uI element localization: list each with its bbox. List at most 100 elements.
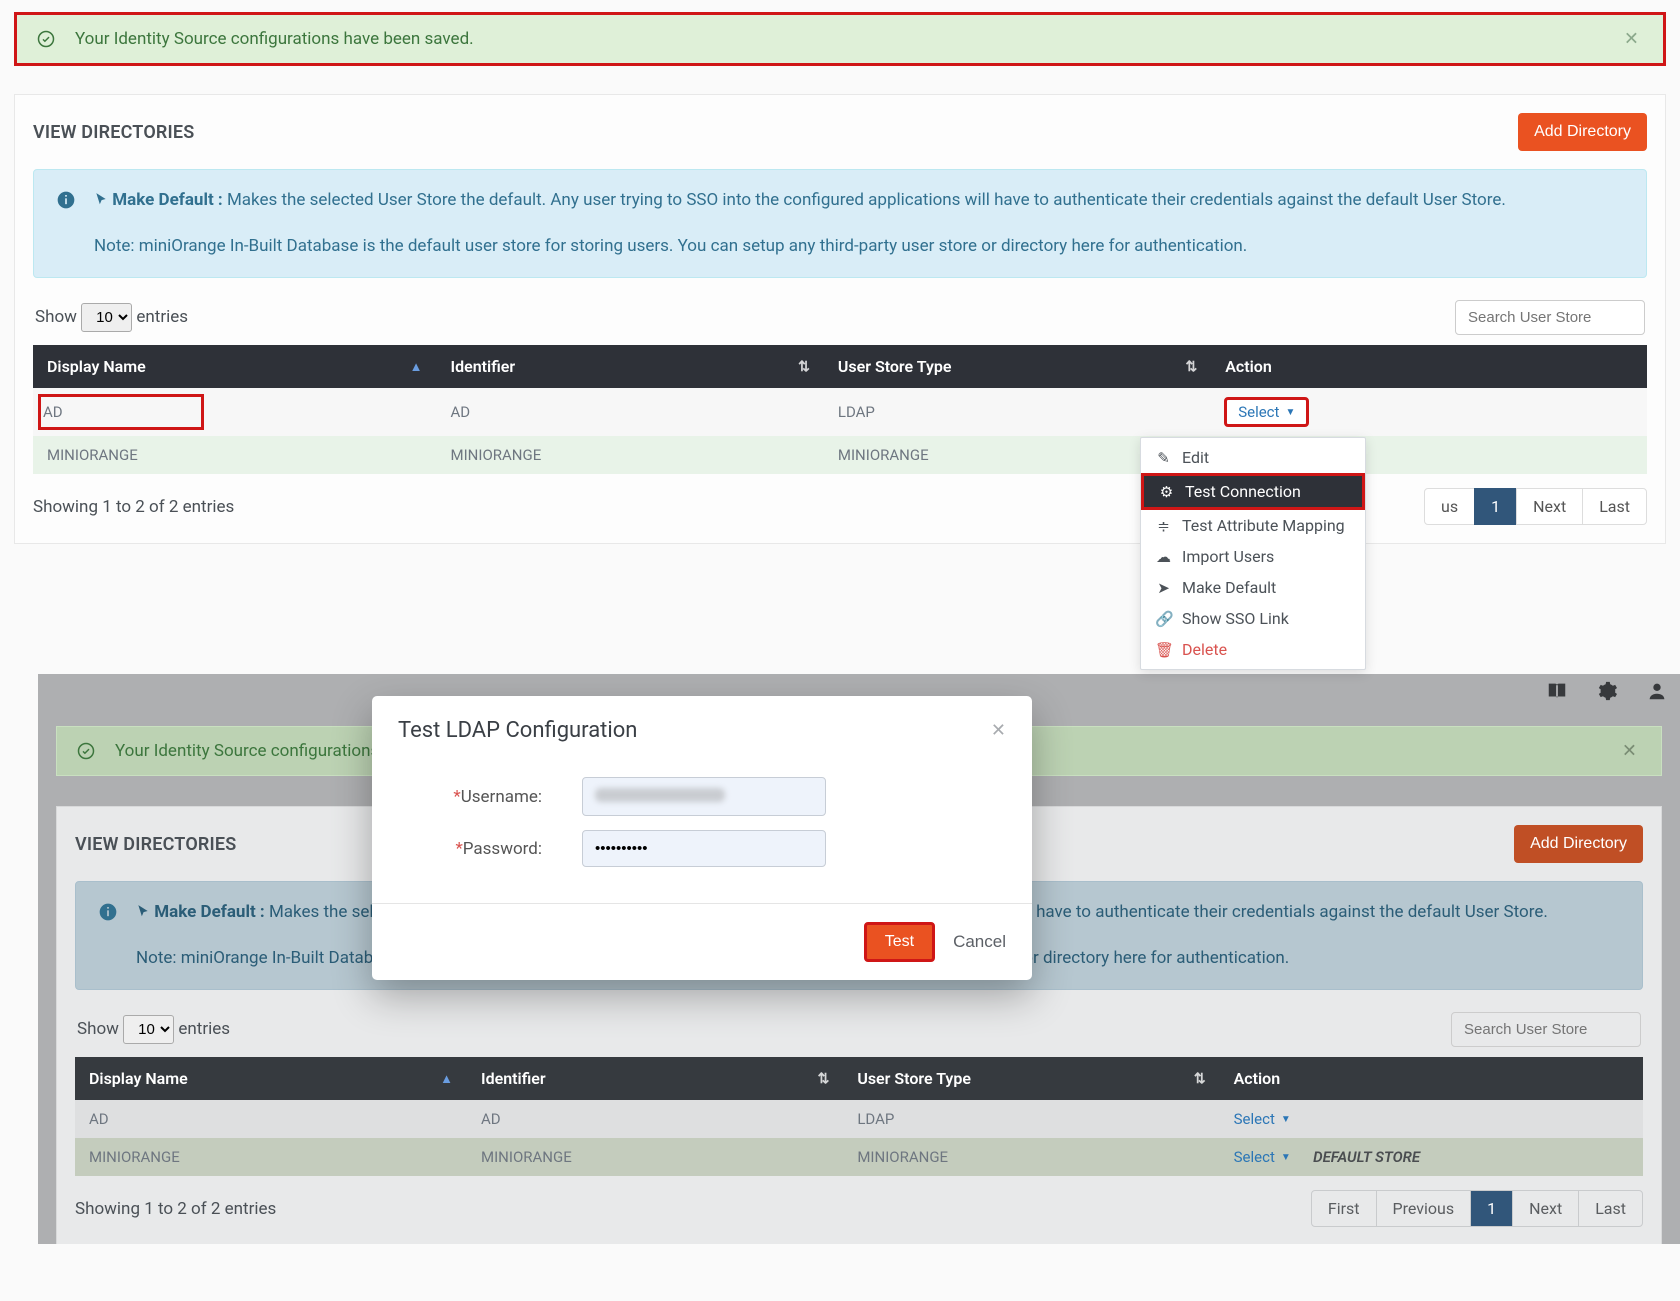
action-select-button[interactable]: Select▼ — [1234, 1148, 1291, 1166]
search-input[interactable] — [1451, 1012, 1641, 1047]
link-icon: 🔗 — [1155, 610, 1172, 628]
col-display-name[interactable]: Display Name ▲ — [75, 1057, 467, 1100]
pagination: us 1 Next Last — [1425, 488, 1647, 525]
page-first[interactable]: us — [1424, 488, 1475, 525]
cell-display-name: MINIORANGE — [33, 436, 437, 474]
password-field[interactable] — [582, 830, 826, 867]
menu-show-sso-link[interactable]: 🔗 Show SSO Link — [1141, 603, 1365, 634]
action-select-button[interactable]: Select▼ — [1234, 1110, 1291, 1128]
col-identifier[interactable]: Identifier ⇅ — [467, 1057, 843, 1100]
page-size-select[interactable]: 10 — [123, 1015, 174, 1044]
directories-table: Display Name ▲ Identifier ⇅ User Store T… — [75, 1057, 1643, 1176]
sort-icon: ⇅ — [1194, 1071, 1206, 1087]
password-label: *Password: — [412, 839, 542, 859]
sort-icon: ⇅ — [1185, 359, 1197, 375]
page-next[interactable]: Next — [1512, 1190, 1579, 1227]
book-icon[interactable] — [1546, 680, 1568, 702]
cloud-upload-icon: ☁ — [1155, 548, 1172, 566]
page-first[interactable]: First — [1311, 1190, 1377, 1227]
make-default-label: Make Default : — [154, 902, 265, 922]
page-prev[interactable]: Previous — [1376, 1190, 1472, 1227]
show-post: entries — [136, 307, 188, 327]
directories-card: VIEW DIRECTORIES Add Directory Make Defa… — [14, 94, 1666, 544]
cancel-button[interactable]: Cancel — [953, 922, 1006, 962]
alert-saved: Your Identity Source configurations have… — [14, 12, 1666, 66]
col-display-name[interactable]: Display Name ▲ — [33, 345, 437, 388]
col-action: Action — [1220, 1057, 1643, 1100]
table-row: MINIORANGE MINIORANGE MINIORANGE — [33, 436, 1647, 474]
menu-edit[interactable]: ✎ Edit — [1141, 442, 1365, 473]
page-size-select[interactable]: 10 — [81, 303, 132, 332]
make-default-text: Makes the selected User Store the defaul… — [227, 190, 1506, 210]
col-user-store-type[interactable]: User Store Type ⇅ — [843, 1057, 1219, 1100]
sort-asc-icon: ▲ — [410, 359, 423, 375]
test-ldap-modal: Test LDAP Configuration ✕ *Username: *Pa… — [372, 696, 1032, 980]
close-icon[interactable]: ✕ — [1622, 741, 1637, 762]
col-action: Action — [1211, 345, 1647, 388]
sort-icon: ⇅ — [798, 359, 810, 375]
pointer-icon: ➤ — [1155, 579, 1172, 597]
blurred-value — [595, 788, 725, 802]
alert-text: Your Identity Source configurations have… — [75, 29, 474, 49]
add-directory-button[interactable]: Add Directory — [1514, 825, 1643, 863]
menu-test-attribute[interactable]: ≑ Test Attribute Mapping — [1141, 510, 1365, 541]
edit-icon: ✎ — [1155, 449, 1172, 467]
username-field[interactable] — [582, 777, 826, 816]
cell-identifier: AD — [437, 388, 824, 436]
search-input[interactable] — [1455, 300, 1645, 335]
table-row: MINIORANGE MINIORANGE MINIORANGE Select▼… — [75, 1138, 1643, 1176]
pagination: First Previous 1 Next Last — [1312, 1190, 1643, 1227]
close-icon[interactable]: ✕ — [991, 720, 1006, 741]
table-foot-info: Showing 1 to 2 of 2 entries — [75, 1199, 276, 1219]
caret-down-icon: ▼ — [1281, 1114, 1291, 1125]
cell-display-name: AD — [75, 1100, 467, 1138]
page-last[interactable]: Last — [1582, 488, 1647, 525]
col-user-store-type[interactable]: User Store Type ⇅ — [824, 345, 1211, 388]
page-1[interactable]: 1 — [1470, 1190, 1513, 1227]
menu-delete[interactable]: 🗑 Delete — [1141, 634, 1365, 665]
cell-display-name: AD — [39, 395, 203, 429]
cell-identifier: MINIORANGE — [437, 436, 824, 474]
cell-type: MINIORANGE — [843, 1138, 1219, 1176]
action-dropdown: ✎ Edit ⚙ Test Connection ≑ Test Attribut… — [1140, 437, 1366, 670]
default-store-badge: DEFAULT STORE — [1313, 1148, 1420, 1166]
page-last[interactable]: Last — [1578, 1190, 1643, 1227]
action-select-button[interactable]: Select▼ — [1225, 398, 1308, 426]
info-icon — [56, 190, 76, 259]
table-foot-info: Showing 1 to 2 of 2 entries — [33, 497, 234, 517]
menu-import-users[interactable]: ☁ Import Users — [1141, 541, 1365, 572]
page-title: VIEW DIRECTORIES — [33, 122, 194, 143]
modal-title: Test LDAP Configuration — [398, 718, 637, 743]
info-icon — [98, 902, 118, 971]
pointer-icon — [136, 902, 154, 922]
check-circle-icon — [77, 742, 95, 760]
username-label: *Username: — [412, 787, 542, 807]
close-icon[interactable]: ✕ — [1624, 29, 1639, 50]
sort-icon: ⇅ — [818, 1071, 830, 1087]
page-next[interactable]: Next — [1516, 488, 1583, 525]
table-row: AD AD LDAP Select▼ — [75, 1100, 1643, 1138]
caret-down-icon: ▼ — [1281, 1152, 1291, 1163]
page-title: VIEW DIRECTORIES — [75, 834, 236, 855]
cell-type: LDAP — [843, 1100, 1219, 1138]
gears-icon: ⚙ — [1158, 483, 1175, 501]
cell-identifier: AD — [467, 1100, 843, 1138]
menu-make-default[interactable]: ➤ Make Default — [1141, 572, 1365, 603]
trash-icon: 🗑 — [1155, 641, 1172, 659]
modal-stage: Your Identity Source configurations have… — [0, 674, 1680, 1244]
caret-down-icon: ▼ — [1285, 407, 1295, 418]
add-directory-button[interactable]: Add Directory — [1518, 113, 1647, 151]
menu-test-connection[interactable]: ⚙ Test Connection — [1141, 473, 1365, 510]
show-post: entries — [178, 1019, 230, 1039]
col-identifier[interactable]: Identifier ⇅ — [437, 345, 824, 388]
make-default-label: Make Default : — [112, 190, 223, 210]
show-pre: Show — [35, 307, 77, 327]
cell-type: LDAP — [824, 388, 1211, 436]
sliders-icon: ≑ — [1155, 517, 1172, 535]
gear-icon[interactable] — [1596, 680, 1618, 702]
check-circle-icon — [37, 30, 55, 48]
user-icon[interactable] — [1646, 680, 1668, 702]
page-1[interactable]: 1 — [1474, 488, 1517, 525]
test-button[interactable]: Test — [864, 922, 935, 962]
info-banner: Make Default : Makes the selected User S… — [33, 169, 1647, 278]
